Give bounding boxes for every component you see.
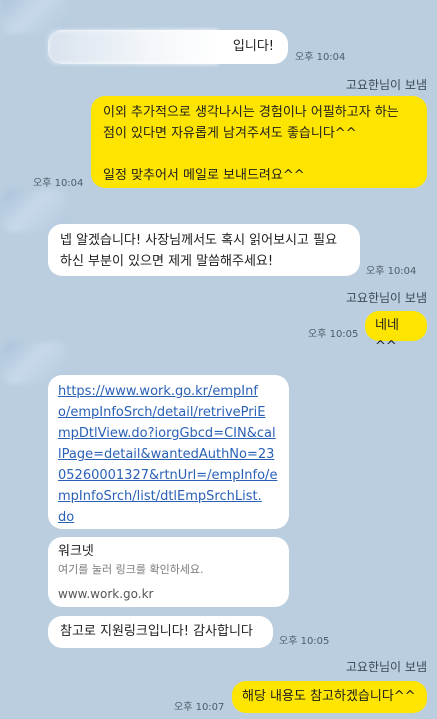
redacted-text [48, 30, 218, 64]
link-line: mpDtlView.do?iorgGbcd=CIN&cal [58, 426, 276, 441]
link-line: 05260001327&rtnUrl=/empInfo/e [58, 468, 278, 483]
message-text: 입니다! [232, 39, 274, 54]
message-text: 참고로 지원링크입니다! 감사합니다 [60, 624, 253, 639]
message-bubble-outgoing[interactable]: 네네^^ [365, 311, 427, 354]
message-bubble-outgoing[interactable]: 이외 추가적으로 생각나시는 경험이나 어필하고자 하는 점이 있다면 자유롭게… [91, 96, 427, 188]
link-line: o/empInfoSrch/detail/retrivePriE [58, 405, 266, 420]
message-link[interactable]: https://www.work.go.kr/empInf o/empInfoS… [58, 381, 279, 528]
link-preview-title: 워크넷 [58, 544, 94, 559]
message-text: 넵 알겠습니다! 사장님께서도 혹시 읽어보시고 필요 [60, 233, 338, 248]
message-text: 하신 부분이 있으면 제게 말씀해주세요! [60, 254, 274, 269]
message-bubble-incoming[interactable]: 넵 알겠습니다! 사장님께서도 혹시 읽어보시고 필요 하신 부분이 있으면 제… [48, 224, 360, 276]
avatar[interactable] [2, 0, 68, 34]
message-time: 오후 10:05 [279, 636, 330, 647]
link-line: https://www.work.go.kr/empInf [58, 384, 258, 399]
message-time: 오후 10:04 [366, 266, 417, 277]
message-bubble-outgoing[interactable]: 해당 내용도 참고하겠습니다^^ [232, 681, 427, 713]
message-text: 이외 추가적으로 생각나시는 경험이나 어필하고자 하는 [103, 105, 399, 120]
message-text: 점이 있다면 자유롭게 남겨주셔도 좋습니다^^ [103, 126, 357, 141]
message-bubble-incoming[interactable]: 참고로 지원링크입니다! 감사합니다 [48, 616, 273, 648]
message-text: 일정 맞추어서 메일로 보내드려요^^ [103, 168, 305, 183]
link-line: lPage=detail&wantedAuthNo=23 [58, 447, 275, 462]
sender-label: 고요한님이 보냄 [345, 291, 427, 305]
message-time: 오후 10:07 [174, 702, 225, 713]
sender-label: 고요한님이 보냄 [345, 78, 427, 92]
link-preview-card[interactable]: 워크넷 여기를 눌러 링크를 확인하세요. www.work.go.kr [48, 537, 289, 607]
message-text: 네네^^ [375, 318, 399, 354]
message-time: 오후 10:04 [295, 52, 346, 63]
message-bubble-link[interactable]: https://www.work.go.kr/empInf o/empInfoS… [48, 375, 289, 529]
message-time: 오후 10:05 [308, 329, 359, 340]
link-preview-description: 여기를 눌러 링크를 확인하세요. [58, 563, 204, 576]
sender-label: 고요한님이 보냄 [345, 660, 427, 674]
link-preview-domain: www.work.go.kr [58, 587, 154, 601]
message-text: 해당 내용도 참고하겠습니다^^ [242, 689, 416, 704]
link-line: mpInfoSrch/list/dtlEmpSrchList. [58, 489, 262, 504]
link-line: do [58, 510, 75, 525]
message-time: 오후 10:04 [33, 178, 84, 189]
